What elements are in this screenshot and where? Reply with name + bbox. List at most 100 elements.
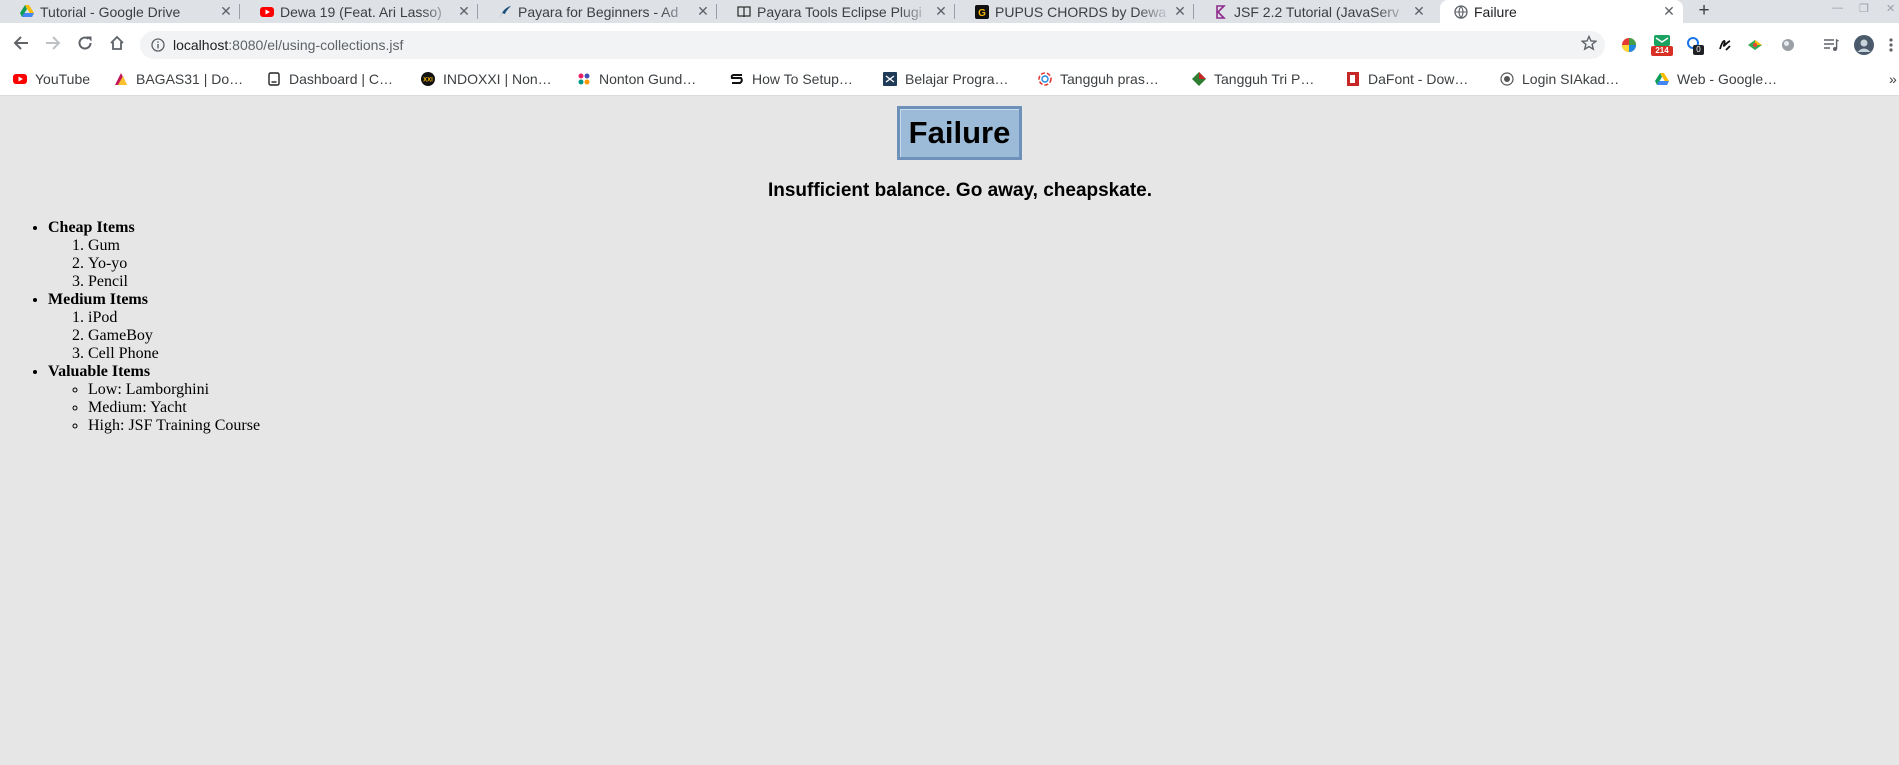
home-icon	[110, 35, 124, 50]
arrow-right-icon	[46, 36, 61, 50]
tab-youtube-dewa[interactable]: Dewa 19 (Feat. Ari Lasso) ✕	[240, 0, 478, 23]
bookmark-how-to-setup[interactable]: How To Setup…	[730, 69, 853, 89]
list-item: Low: Lamborghini	[88, 381, 260, 399]
tab-payara-beginners[interactable]: Payara for Beginners - Ad ✕	[478, 0, 717, 23]
record-extension-icon[interactable]	[1779, 36, 1797, 54]
tab-payara-tools[interactable]: Payara Tools Eclipse Plugi ✕	[717, 0, 955, 23]
bookmark-indoxxi[interactable]: XXI INDOXXI | Non…	[421, 69, 552, 89]
bagas-icon	[114, 72, 128, 86]
bookmark-tangguh-pras[interactable]: Tangguh pras…	[1038, 69, 1159, 89]
bookmark-tangguh-tri[interactable]: Tangguh Tri P…	[1192, 69, 1314, 89]
tab-google-drive[interactable]: Tutorial - Google Drive ✕	[0, 0, 240, 23]
list-item: Medium: Yacht	[88, 399, 260, 417]
tab-title: Tutorial - Google Drive	[40, 3, 181, 20]
failure-message: Insufficient balance. Go away, cheapskat…	[767, 180, 1152, 201]
youtube-icon	[13, 72, 27, 86]
siakad-icon	[1500, 72, 1514, 86]
back-button[interactable]	[11, 33, 31, 53]
bookmark-nonton-gundam[interactable]: Nonton Gund…	[577, 69, 696, 89]
tab-title: Payara Tools Eclipse Plugi	[757, 3, 922, 20]
tangguh-icon	[1038, 72, 1052, 86]
bookmark-dafont[interactable]: DaFont - Dow…	[1346, 69, 1468, 89]
tab-close-icon[interactable]: ✕	[218, 3, 234, 20]
bookmark-web-google-drive[interactable]: Web - Google…	[1655, 69, 1777, 89]
jsf-icon	[1214, 4, 1228, 19]
reload-button[interactable]	[75, 33, 95, 53]
tab-close-icon[interactable]: ✕	[456, 3, 472, 20]
bookmarks-overflow-icon[interactable]: »	[1889, 69, 1897, 89]
tab-failure-active[interactable]: Failure ✕	[1440, 0, 1683, 23]
reload-icon	[78, 36, 92, 50]
bookmark-dashboard[interactable]: Dashboard | C…	[267, 69, 393, 89]
group-label: Valuable Items	[48, 363, 151, 380]
google-drive-icon	[1655, 72, 1669, 86]
svg-text:G: G	[978, 8, 986, 19]
cheap-items-list: Gum Yo-yo Pencil	[48, 237, 260, 291]
svg-text:XXI: XXI	[423, 78, 433, 84]
item-group-medium: Medium Items iPod GameBoy Cell Phone	[48, 291, 260, 363]
list-item: Pencil	[88, 273, 260, 291]
item-group-cheap: Cheap Items Gum Yo-yo Pencil	[48, 219, 260, 291]
indoxxi-icon: XXI	[421, 72, 435, 86]
tab-close-icon[interactable]: ✕	[695, 3, 711, 20]
item-collections: Cheap Items Gum Yo-yo Pencil Medium Item…	[0, 219, 260, 435]
home-button[interactable]	[107, 33, 127, 53]
signature-extension-icon[interactable]	[1716, 36, 1734, 54]
tab-close-icon[interactable]: ✕	[1661, 3, 1677, 20]
more-menu-icon[interactable]	[1885, 36, 1897, 54]
arrow-left-icon	[13, 36, 28, 50]
reader-extension-icon[interactable]: 0	[1685, 36, 1704, 55]
media-control-icon[interactable]	[1822, 36, 1840, 54]
bookmark-belajar-programming[interactable]: Belajar Progra…	[883, 69, 1009, 89]
globe-icon	[1454, 4, 1468, 19]
bookmark-youtube[interactable]: YouTube	[13, 69, 90, 89]
tab-close-icon[interactable]: ✕	[933, 3, 949, 20]
youtube-icon	[260, 5, 274, 19]
google-drive-icon	[20, 5, 34, 19]
bookmark-bagas31[interactable]: BAGAS31 | Do…	[114, 69, 243, 89]
bookmark-login-siakad[interactable]: Login SIAkad…	[1500, 69, 1619, 89]
map-extension-icon[interactable]	[1746, 36, 1764, 54]
avatar[interactable]	[1854, 35, 1874, 55]
list-item: Cell Phone	[88, 345, 260, 363]
address-url[interactable]: localhost:8080/el/using-collections.jsf	[173, 37, 403, 53]
tab-title: Failure	[1474, 3, 1517, 20]
dashboard-icon	[267, 72, 281, 86]
nonton-icon	[577, 72, 591, 86]
maximize-icon[interactable]: ❐	[1859, 2, 1869, 15]
close-window-icon[interactable]: ✕	[1886, 2, 1895, 15]
item-group-list: Cheap Items Gum Yo-yo Pencil Medium Item…	[0, 219, 260, 435]
mail-count-badge: 214	[1655, 46, 1669, 55]
tab-title: Dewa 19 (Feat. Ari Lasso)	[280, 3, 442, 20]
howto-icon	[730, 72, 744, 86]
tab-title: JSF 2.2 Tutorial (JavaServ	[1234, 3, 1399, 20]
tab-title: PUPUS CHORDS by Dewa	[995, 3, 1167, 20]
valuable-items-list: Low: Lamborghini Medium: Yacht High: JSF…	[48, 381, 260, 435]
dafont-icon	[1346, 72, 1360, 86]
tab-close-icon[interactable]: ✕	[1411, 3, 1427, 20]
tab-title: Payara for Beginners - Ad	[518, 3, 679, 20]
new-tab-button[interactable]: +	[1693, 0, 1715, 23]
payara-icon	[498, 5, 512, 19]
list-item: Gum	[88, 237, 260, 255]
list-item: iPod	[88, 309, 260, 327]
color-picker-extension-icon[interactable]	[1620, 36, 1638, 54]
page-title: Failure	[897, 106, 1022, 160]
reader-count-badge: 0	[1693, 45, 1704, 55]
tab-close-icon[interactable]: ✕	[1172, 3, 1188, 20]
chords-icon: G	[975, 4, 989, 19]
minimize-icon[interactable]: —	[1832, 2, 1843, 14]
tab-pupus-chords[interactable]: G PUPUS CHORDS by Dewa ✕	[955, 0, 1194, 23]
group-label: Cheap Items	[48, 219, 135, 236]
belajar-icon	[883, 72, 897, 86]
medium-items-list: iPod GameBoy Cell Phone	[48, 309, 260, 363]
list-item: Yo-yo	[88, 255, 260, 273]
url-host: localhost	[173, 37, 229, 53]
info-icon[interactable]	[148, 35, 168, 55]
tangguh-tri-icon	[1192, 72, 1206, 86]
tab-jsf-tutorial[interactable]: JSF 2.2 Tutorial (JavaServ ✕	[1194, 0, 1433, 23]
bookmark-star-icon[interactable]	[1579, 33, 1599, 53]
mail-extension-icon[interactable]: 214	[1651, 34, 1673, 56]
tab-strip: Tutorial - Google Drive ✕ Dewa 19 (Feat.…	[0, 0, 1899, 23]
forward-button[interactable]	[43, 33, 63, 53]
